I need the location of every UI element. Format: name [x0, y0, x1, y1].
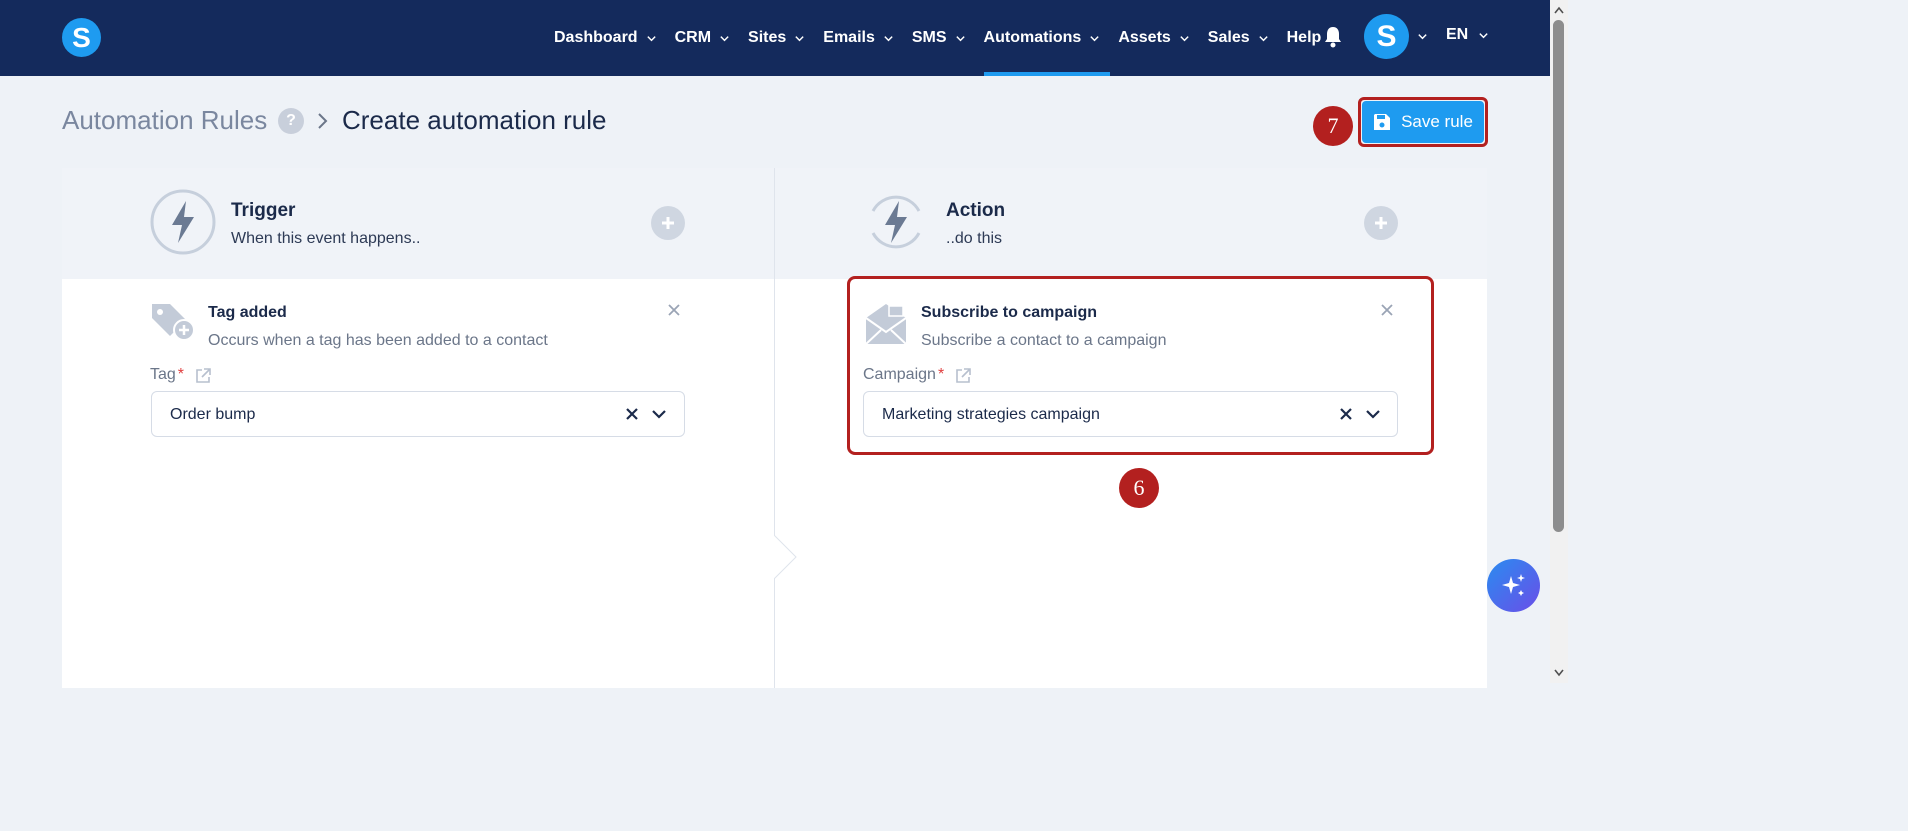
scrollbar-thumb[interactable]	[1553, 20, 1564, 532]
nav-help-label: Help	[1286, 29, 1322, 46]
tag-add-icon	[152, 304, 195, 341]
nav-sms[interactable]: SMS	[912, 0, 966, 76]
step-badge-6: 6	[1119, 468, 1159, 508]
nav-assets-label: Assets	[1118, 29, 1171, 46]
plus-icon	[1375, 217, 1387, 229]
ai-assistant-button[interactable]	[1487, 559, 1540, 612]
help-icon[interactable]: ?	[278, 108, 304, 134]
lightning-cycle-icon	[871, 195, 921, 249]
nav-assets[interactable]: Assets	[1118, 0, 1189, 76]
language-selector[interactable]: EN	[1446, 26, 1489, 44]
chevron-down-icon	[1180, 35, 1189, 41]
chevron-down-icon	[1479, 32, 1488, 38]
nav-dashboard[interactable]: Dashboard	[554, 0, 657, 76]
external-link-icon[interactable]	[194, 367, 212, 385]
chevron-down-icon	[646, 35, 656, 41]
bell-icon[interactable]	[1323, 26, 1343, 48]
trigger-title: Trigger	[231, 200, 296, 221]
nav-help[interactable]: Help	[1287, 0, 1322, 76]
action-highlight-outline	[847, 276, 1434, 455]
add-action-button[interactable]	[1364, 206, 1398, 240]
tag-field-label: Tag *	[150, 366, 184, 384]
lightning-icon	[150, 189, 216, 255]
chevron-down-icon[interactable]	[1417, 31, 1428, 42]
nav-emails-label: Emails	[823, 29, 875, 46]
breadcrumb-automation-rules[interactable]: Automation Rules	[62, 105, 267, 136]
nav-crm-label: CRM	[674, 29, 712, 46]
scroll-up-arrow-icon[interactable]	[1554, 6, 1564, 14]
nav-emails[interactable]: Emails	[823, 0, 894, 76]
chevron-down-icon[interactable]	[651, 408, 667, 420]
nav-dashboard-label: Dashboard	[554, 29, 638, 46]
nav-sites-label: Sites	[748, 29, 787, 46]
scroll-down-arrow-icon[interactable]	[1554, 669, 1564, 677]
action-title: Action	[946, 200, 1006, 221]
clear-icon[interactable]	[625, 407, 639, 421]
nav-sites[interactable]: Sites	[748, 0, 805, 76]
chevron-down-icon	[1090, 35, 1099, 41]
chevron-right-icon	[318, 113, 328, 129]
required-mark: *	[177, 366, 185, 383]
nav-sales-label: Sales	[1207, 29, 1250, 46]
chevron-down-icon	[795, 35, 804, 41]
chevron-down-icon	[720, 35, 729, 41]
language-label: EN	[1446, 26, 1469, 43]
add-trigger-button[interactable]	[651, 206, 685, 240]
chevron-down-icon	[955, 35, 965, 41]
action-subtitle: ..do this	[946, 230, 1003, 247]
save-rule-label: Save rule	[1401, 112, 1473, 131]
trigger-item-title: Tag added	[208, 304, 287, 321]
chevron-down-icon	[1258, 35, 1268, 41]
page-title: Create automation rule	[342, 105, 607, 135]
nav-crm[interactable]: CRM	[675, 0, 730, 76]
tag-label-text: Tag	[150, 366, 176, 383]
nav-automations[interactable]: Automations	[983, 0, 1111, 76]
floppy-disk-icon	[1374, 114, 1391, 130]
nav-automations-label: Automations	[983, 29, 1082, 46]
nav-sales[interactable]: Sales	[1208, 0, 1269, 76]
column-divider	[774, 168, 775, 688]
user-avatar[interactable]: S	[1364, 14, 1409, 59]
trigger-subtitle: When this event happens..	[231, 230, 421, 247]
save-rule-button[interactable]: Save rule	[1362, 101, 1484, 143]
top-navigation-bar: S Dashboard CRM Sites Emails SMS Automat…	[0, 0, 1550, 76]
brand-logo[interactable]: S	[62, 18, 101, 57]
flow-arrow	[774, 535, 797, 579]
tag-select[interactable]: Order bump	[151, 391, 685, 437]
sparkles-icon	[1501, 573, 1525, 596]
tag-select-value: Order bump	[170, 406, 256, 423]
close-icon[interactable]	[667, 303, 681, 317]
nav-sms-label: SMS	[911, 29, 947, 46]
plus-icon	[662, 217, 674, 229]
step-badge-7: 7	[1313, 106, 1353, 146]
trigger-item-description: Occurs when a tag has been added to a co…	[208, 332, 548, 349]
main-nav: Dashboard CRM Sites Emails SMS Automatio…	[554, 0, 1339, 76]
chevron-down-icon	[884, 35, 893, 41]
